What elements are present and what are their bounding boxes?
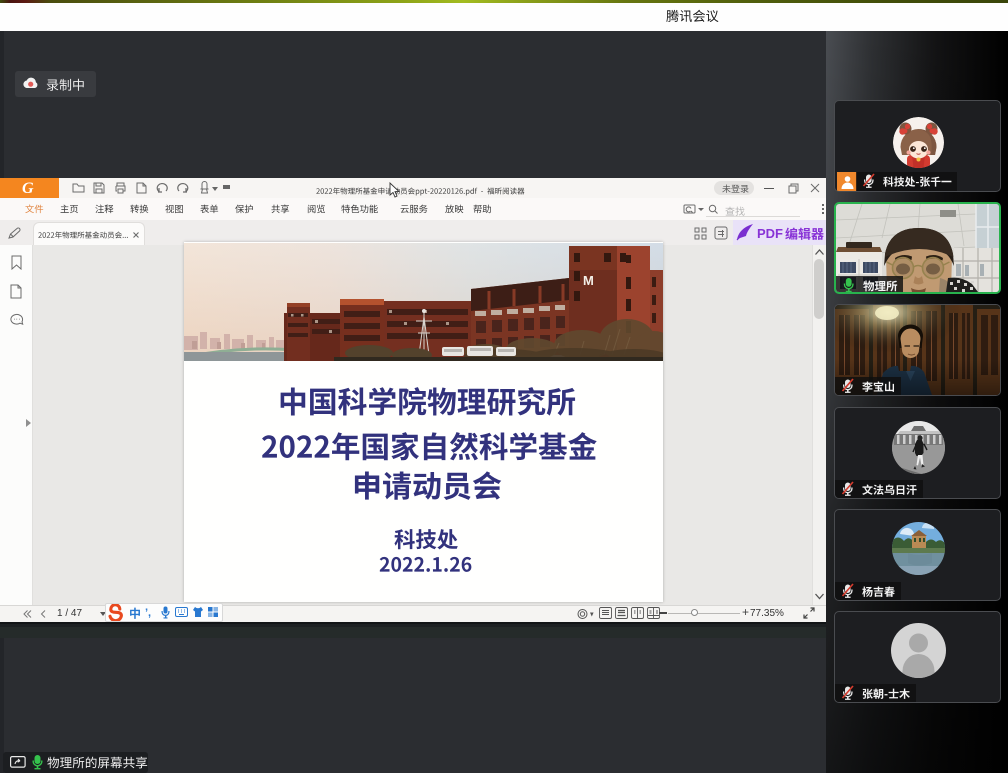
svg-text:M: M (583, 273, 594, 288)
